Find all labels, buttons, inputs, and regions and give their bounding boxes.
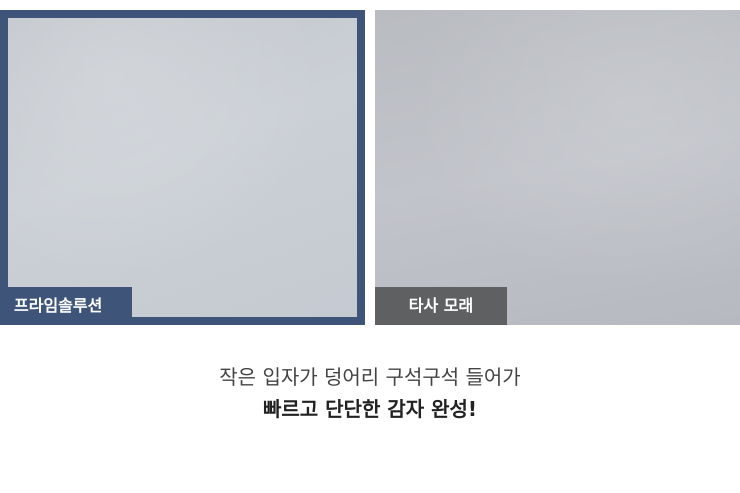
prime-solution-sand-image	[8, 18, 357, 317]
competitor-sample-panel: 타사 모래	[375, 10, 740, 325]
caption-line-1: 작은 입자가 덩어리 구석구석 들어가	[219, 365, 521, 389]
prime-solution-sample-panel: 프라임솔루션	[0, 10, 365, 325]
competitor-label: 타사 모래	[375, 287, 507, 325]
caption-line-2: 빠르고 단단한 감자 완성!	[262, 397, 477, 421]
prime-solution-label: 프라임솔루션	[0, 287, 132, 325]
comparison-caption: 작은 입자가 덩어리 구석구석 들어가 빠르고 단단한 감자 완성!	[0, 362, 740, 426]
